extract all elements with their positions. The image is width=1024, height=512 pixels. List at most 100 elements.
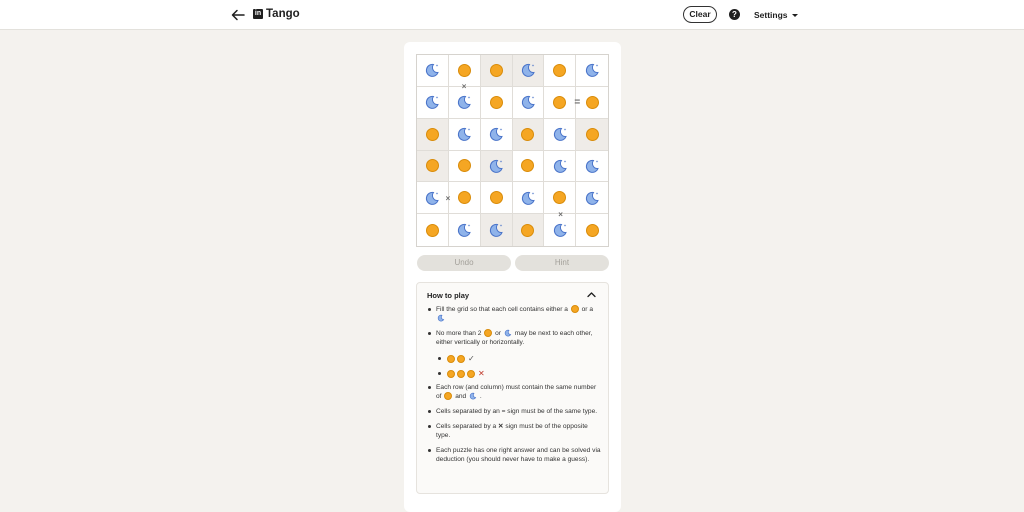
board-cell[interactable] (544, 86, 577, 119)
moon-icon (437, 315, 445, 322)
sun-icon (457, 63, 471, 77)
sun-icon (521, 223, 535, 237)
moon-icon (426, 96, 440, 110)
sun-icon (553, 95, 567, 109)
settings-button[interactable]: Settings (754, 10, 798, 20)
board-cell[interactable] (480, 150, 513, 183)
board-cell[interactable] (512, 214, 545, 246)
board-cell[interactable] (417, 182, 449, 215)
sun-icon (553, 191, 567, 205)
top-bar: in Tango Clear ? Settings (0, 0, 1024, 30)
cross-constraint: × (461, 81, 467, 91)
undo-button[interactable]: Undo (417, 255, 511, 271)
board-cell[interactable] (480, 182, 513, 215)
cross-icon: ✕ (497, 423, 504, 430)
sun-icon (553, 63, 567, 77)
board-cell[interactable] (544, 118, 577, 151)
cross-constraint: × (445, 194, 451, 204)
chevron-up-icon[interactable] (587, 291, 596, 298)
board-cell[interactable] (480, 55, 513, 87)
cross-icon: ✕ (478, 369, 485, 378)
board-cell[interactable] (576, 182, 608, 215)
board-cell[interactable] (512, 150, 545, 183)
board-cell[interactable] (576, 118, 608, 151)
moon-icon (458, 128, 471, 141)
game-board: × = × × (416, 54, 609, 247)
sun-icon (489, 63, 503, 77)
moon-icon (521, 96, 535, 110)
moon-icon (490, 159, 503, 173)
sun-icon (447, 369, 455, 378)
hint-button[interactable]: Hint (515, 255, 609, 271)
board-cell[interactable] (576, 150, 608, 183)
moon-icon (553, 128, 567, 141)
sun-icon (444, 392, 453, 401)
sun-icon (467, 369, 475, 378)
brand: in Tango (253, 8, 300, 20)
rule-item: Cells separated by a ✕ sign must be of t… (427, 422, 603, 440)
rule-item: No more than 2 or may be next to each ot… (427, 329, 603, 347)
board-cell[interactable] (544, 150, 577, 183)
clear-button[interactable]: Clear (683, 6, 717, 23)
board-cell[interactable] (512, 55, 545, 87)
rules-list: Fill the grid so that each cell contains… (427, 305, 603, 470)
board-cell[interactable] (448, 182, 481, 215)
moon-icon (586, 64, 599, 78)
board-cell[interactable] (512, 118, 545, 151)
board-cell[interactable] (480, 214, 513, 246)
moon-icon (586, 159, 599, 173)
sun-icon (585, 127, 599, 141)
sun-icon (484, 329, 493, 338)
settings-label: Settings (754, 10, 788, 20)
board-cell[interactable] (576, 55, 608, 87)
moon-icon (458, 96, 471, 110)
moon-icon (458, 224, 471, 237)
sun-icon (457, 369, 465, 378)
board-cell[interactable] (448, 214, 481, 246)
board-cell[interactable] (448, 86, 481, 119)
board-cell[interactable] (576, 86, 608, 119)
sun-icon (570, 305, 579, 314)
game-title: Tango (266, 8, 300, 20)
board-cell[interactable] (512, 86, 545, 119)
cross-constraint: × (558, 210, 563, 220)
game-card: × = × × Undo Hint How to play Fill the grid… (404, 42, 621, 512)
moon-icon (586, 191, 599, 205)
help-icon[interactable]: ? (729, 9, 740, 20)
moon-icon (521, 64, 535, 78)
moon-icon (469, 393, 477, 400)
back-arrow-icon[interactable] (230, 7, 246, 23)
sun-icon (457, 159, 471, 173)
moon-icon (490, 224, 503, 237)
board-cell[interactable] (417, 150, 449, 183)
sun-icon (585, 223, 599, 237)
sun-icon (585, 95, 599, 109)
board-cell[interactable] (417, 86, 449, 119)
sun-icon (521, 127, 535, 141)
board-cell[interactable] (480, 86, 513, 119)
rule-item: Each row (and column) must contain the s… (427, 383, 603, 401)
board-cell[interactable] (544, 55, 577, 87)
board-cell[interactable] (417, 118, 449, 151)
moon-icon (426, 191, 440, 205)
board-cell[interactable] (480, 118, 513, 151)
board-cell[interactable] (448, 118, 481, 151)
example-valid: ✓ (427, 353, 603, 364)
equal-constraint: = (574, 96, 581, 108)
example-invalid: ✕ (427, 368, 603, 379)
sun-icon (489, 191, 503, 205)
rule-item: Each puzzle has one right answer and can… (427, 446, 603, 464)
board-cell[interactable] (417, 214, 449, 246)
board-cell[interactable] (417, 55, 449, 87)
board-cell[interactable] (576, 214, 608, 246)
moon-icon (426, 64, 440, 78)
sun-icon (425, 223, 439, 237)
moon-icon (553, 224, 567, 237)
board-cell[interactable] (512, 182, 545, 215)
sun-icon (447, 354, 455, 363)
board-cell[interactable] (448, 150, 481, 183)
rule-item: Fill the grid so that each cell contains… (427, 305, 603, 323)
sun-icon (457, 354, 465, 363)
sun-icon (489, 95, 503, 109)
sun-icon (425, 159, 439, 173)
